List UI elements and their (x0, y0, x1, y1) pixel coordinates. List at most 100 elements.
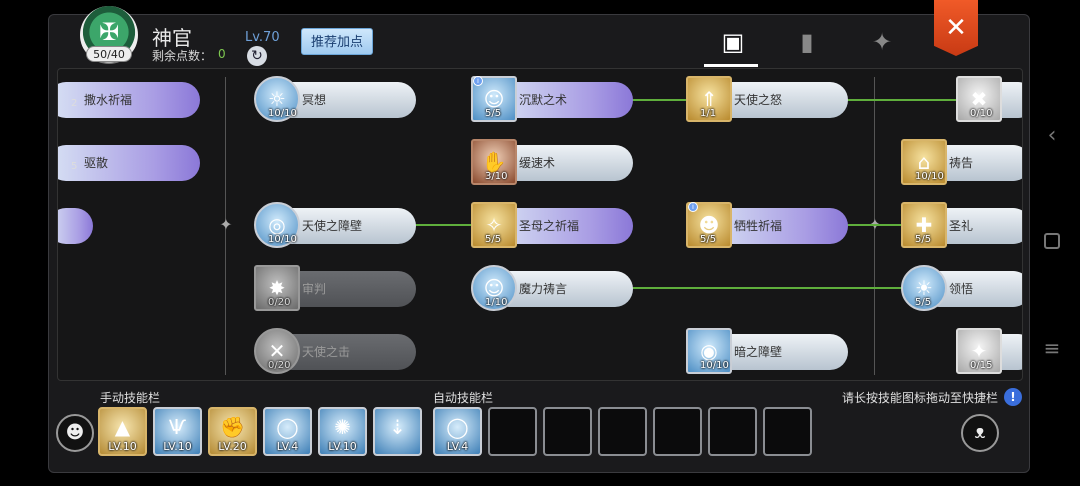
skill-node[interactable]: ◉ 暗之障壁 10/10 (686, 328, 848, 374)
skill-level: 1/10 (485, 297, 508, 308)
drag-hint: 请长按技能图标拖动至快捷栏 (842, 391, 999, 405)
skill-level: 10/10 (268, 108, 297, 119)
skill-name: 魔力祷言 (519, 282, 568, 296)
skill-level: 0/10 (970, 108, 993, 119)
skill-name: 缓速术 (519, 156, 556, 170)
bookmark-icon: ▮ (800, 28, 814, 56)
skill-node[interactable]: 驱散 5 (58, 145, 200, 181)
skill-level: 5/5 (915, 234, 932, 245)
skill-node[interactable]: ✧ 圣母之祈福 5/5 (471, 202, 633, 248)
skill-node[interactable]: ✚ 圣礼 5/5 (901, 202, 1022, 248)
skill-connector (846, 224, 906, 226)
auto-slot-empty[interactable] (708, 407, 757, 456)
auto-slot-empty[interactable] (598, 407, 647, 456)
manual-slot[interactable]: Ѱ LV.10 (153, 407, 202, 456)
tab-book[interactable]: ▮ (791, 26, 823, 58)
reset-points-button[interactable]: ↻ (247, 46, 267, 66)
skill-level: 5/5 (915, 297, 932, 308)
skill-connector (413, 224, 473, 226)
skill-level: 5/5 (700, 234, 717, 245)
skill-level: 10/10 (700, 360, 729, 371)
pet-avatar-icon[interactable]: ☻ (56, 414, 94, 452)
skill-node[interactable]: ◎ 天使之障壁 10/10 (254, 202, 416, 248)
tab-emblem[interactable]: ✦ (866, 26, 898, 58)
auto-slot-empty[interactable] (488, 407, 537, 456)
remaining-points-label: 剩余点数： (152, 49, 213, 63)
radiance-icon: ✺ (334, 415, 351, 439)
manual-bar-label: 手动技能栏 (100, 391, 161, 405)
skill-node[interactable]: ✋ 缓速术 3/10 (471, 139, 633, 185)
skill-name: 领悟 (949, 282, 974, 296)
system-menu-icon[interactable]: ≡ (1042, 338, 1062, 358)
skill-node[interactable]: ⇑ 天使之怒 1/1 (686, 76, 848, 122)
skill-connector (628, 287, 918, 289)
skill-name: 天使之障壁 (302, 219, 363, 233)
skill-connector (846, 99, 956, 101)
skill-name: 圣母之祈福 (519, 219, 580, 233)
manual-slot[interactable]: ✺ LV.10 (318, 407, 367, 456)
skill-name: 暗之障壁 (734, 345, 783, 359)
skill-name: 圣礼 (949, 219, 974, 233)
cat-avatar-icon[interactable]: ᴥ (961, 414, 999, 452)
info-flag-icon: i (473, 76, 483, 86)
system-home-icon[interactable] (1044, 233, 1060, 249)
skill-level: 5 (71, 161, 78, 172)
skill-name: 驱散 (84, 156, 109, 170)
close-button[interactable]: ✕ (934, 0, 978, 56)
auto-bar-label: 自动技能栏 (433, 391, 494, 405)
recommend-points-button[interactable]: 推荐加点 (301, 28, 373, 55)
remaining-points-value: 0 (218, 47, 226, 61)
skill-node[interactable]: ✕ 天使之击 0/20 (254, 328, 416, 374)
skill-level: 10/10 (268, 234, 297, 245)
skill-node[interactable]: ☺ i 沉默之术 5/5 (471, 76, 633, 122)
skill-node[interactable]: ✦ 0/15 (956, 328, 1022, 374)
skill-level: 5/5 (485, 234, 502, 245)
skill-node[interactable]: ☺ 魔力祷言 1/10 (471, 265, 633, 311)
skill-name: 沉默之术 (519, 93, 568, 107)
manual-slot[interactable]: ✊ LV.20 (208, 407, 257, 456)
skill-tree: ✦ ✦ 撒水祈福 2 驱散 5 ☼ 冥想 10/10 ◎ 天使之障壁 10/10… (57, 68, 1023, 381)
manual-slot[interactable]: ▲ LV.10 (98, 407, 147, 456)
light-pillar-icon: ▲ (114, 415, 131, 439)
skill-level: 0/20 (268, 360, 291, 371)
manual-slot[interactable]: ◯ LV.4 (263, 407, 312, 456)
skill-node[interactable]: ☀ 领悟 5/5 (901, 265, 1022, 311)
system-back-icon[interactable]: ‹ (1042, 125, 1062, 147)
skill-node[interactable]: ☻ i 牺牲祈福 5/5 (686, 202, 848, 248)
halo-icon: ◯ (446, 415, 469, 439)
manual-slot[interactable]: ⇣ (373, 407, 422, 456)
skill-node[interactable]: ✖ 0/10 (956, 76, 1022, 122)
skill-screen: ‹ ≡ ✠ 50/40 神官 剩余点数： 0 Lv.70 ↻ 推荐加点 ▣ ▮ … (0, 0, 1080, 486)
skill-level: 0/15 (970, 360, 993, 371)
cross-icon: ✠ (98, 18, 120, 46)
skill-name: 牺牲祈福 (734, 219, 783, 233)
info-icon[interactable]: ! (1004, 388, 1022, 406)
skill-node[interactable]: ✸ 审判 0/20 (254, 265, 416, 311)
tab-skills[interactable]: ▣ (717, 26, 749, 58)
skill-name: 冥想 (302, 93, 327, 107)
info-flag-icon: i (688, 202, 698, 212)
skill-name: 祷告 (949, 156, 974, 170)
skill-name: 天使之击 (302, 345, 351, 359)
halo-icon: ◯ (276, 415, 299, 439)
auto-slot-empty[interactable] (543, 407, 592, 456)
active-tab-indicator (704, 64, 758, 67)
beam-icon: ⇣ (389, 415, 406, 439)
skill-node[interactable] (58, 208, 93, 244)
skill-name: 天使之怒 (734, 93, 783, 107)
skill-level: 3/10 (485, 171, 508, 182)
skill-name: 撒水祈福 (84, 93, 133, 107)
wings-icon: Ѱ (168, 415, 187, 439)
skill-node[interactable]: 撒水祈福 2 (58, 82, 200, 118)
skill-node[interactable]: ☼ 冥想 10/10 (254, 76, 416, 122)
skill-node[interactable]: ⌂ 祷告 10/10 (901, 139, 1022, 185)
skill-level: 10/10 (915, 171, 944, 182)
auto-slot-empty[interactable] (653, 407, 702, 456)
refresh-icon: ↻ (251, 48, 263, 64)
tier-knot-icon: ✦ (219, 215, 233, 234)
auto-slot-empty[interactable] (763, 407, 812, 456)
skill-level: 1/1 (700, 108, 717, 119)
fist-icon: ✊ (220, 415, 245, 439)
skill-level: 5/5 (485, 108, 502, 119)
auto-slot[interactable]: ◯ LV.4 (433, 407, 482, 456)
